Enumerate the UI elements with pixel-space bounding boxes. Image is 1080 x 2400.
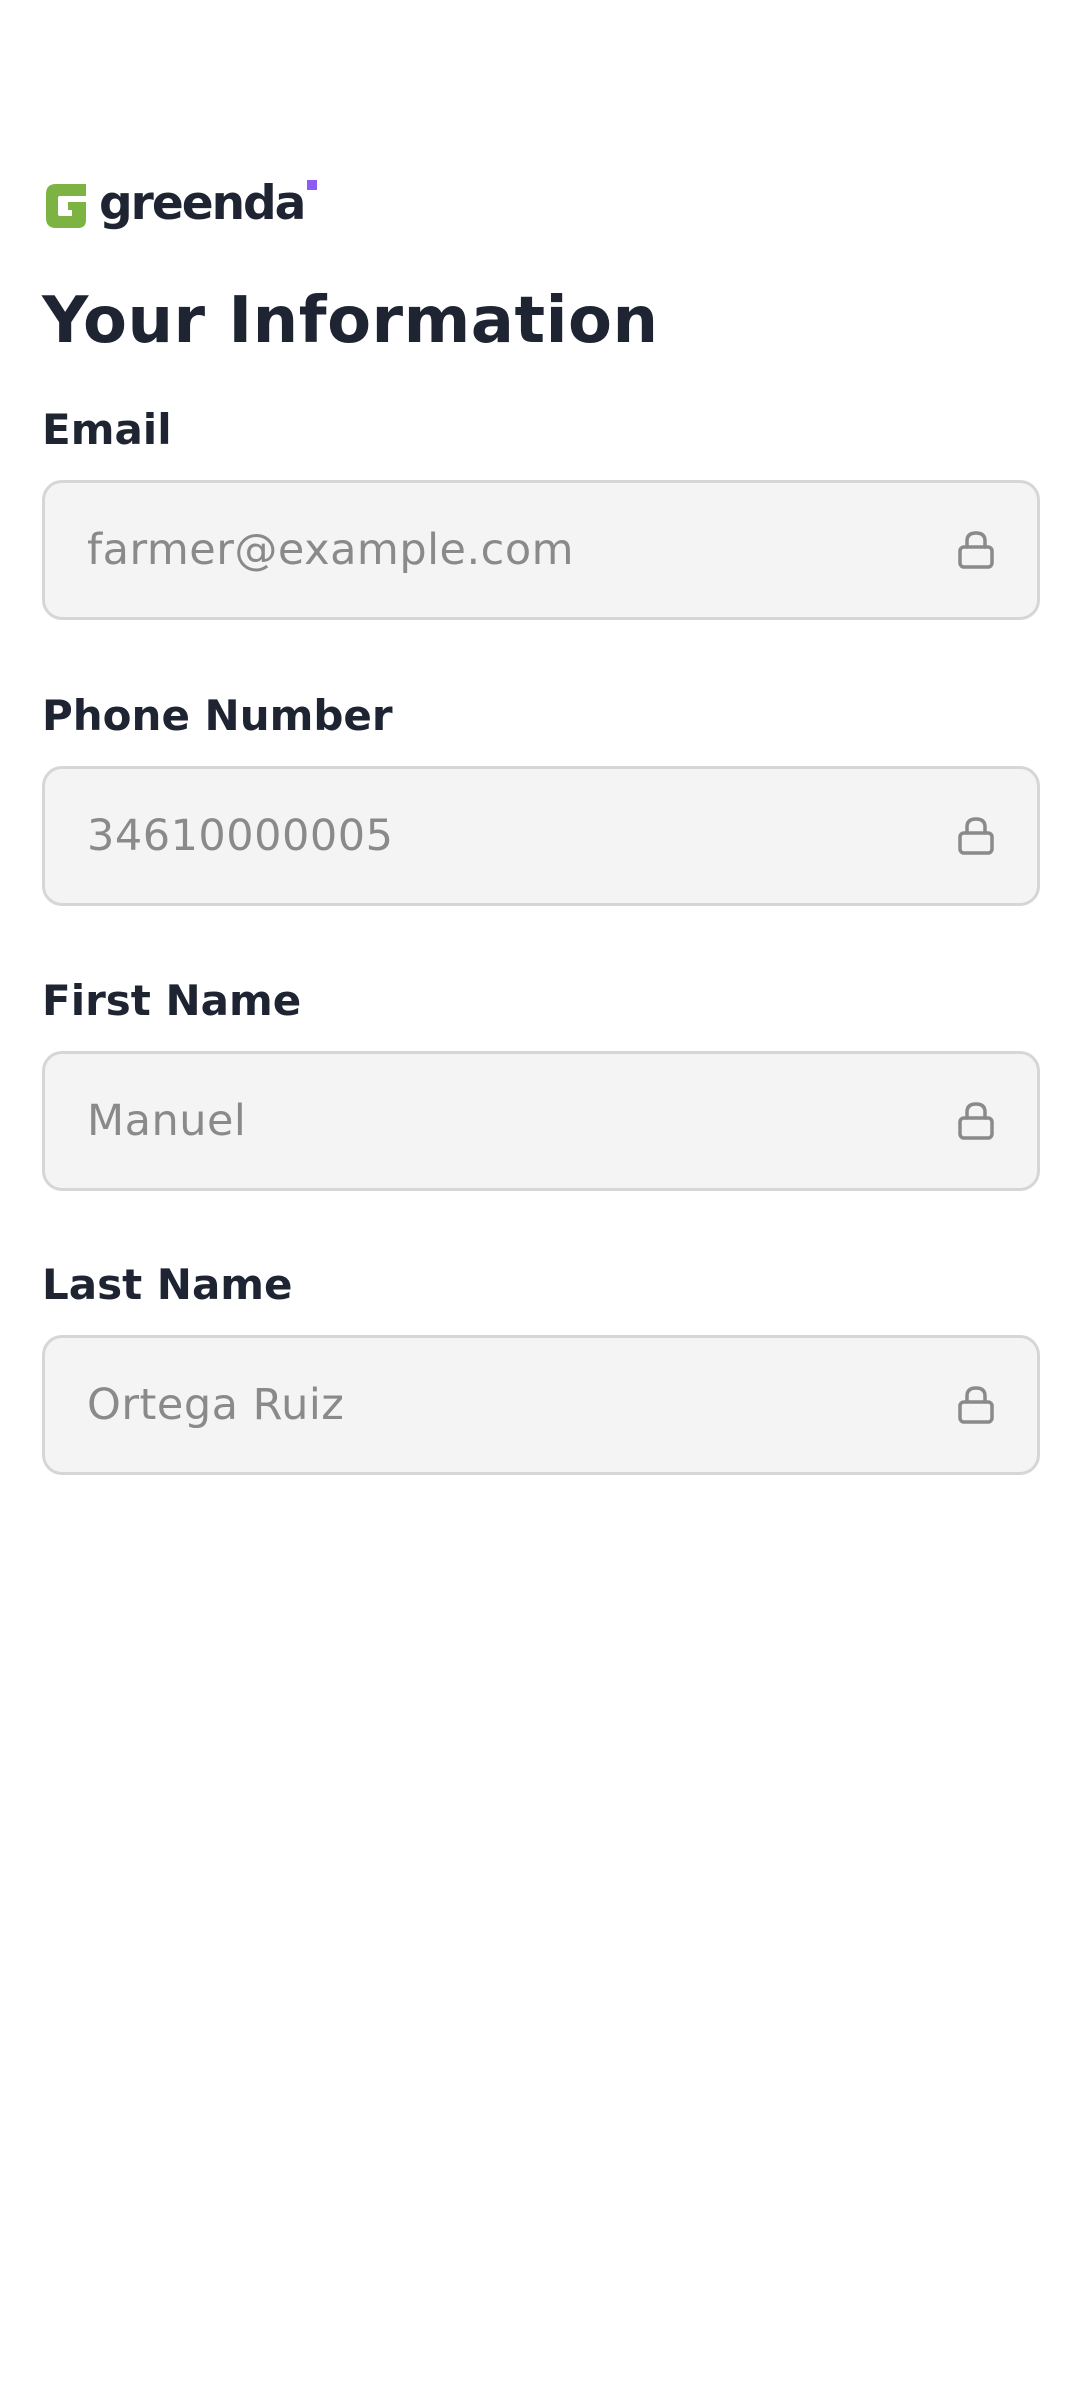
brand-name: greenda — [99, 175, 306, 231]
email-label: Email — [42, 405, 172, 454]
first-name-label: First Name — [42, 976, 302, 1025]
profile-screen: greenda Your Information Email farmer@ex… — [0, 0, 1080, 2400]
lock-icon — [958, 817, 994, 855]
lock-icon — [958, 531, 994, 569]
first-name-value: Manuel — [87, 1096, 247, 1146]
phone-field-group: Phone Number 34610000005 — [42, 690, 1040, 906]
last-name-field[interactable]: Ortega Ruiz — [42, 1335, 1040, 1475]
email-field[interactable]: farmer@example.com — [42, 480, 1040, 620]
email-value: farmer@example.com — [87, 525, 575, 575]
greenda-logo-mark-icon — [46, 184, 86, 228]
phone-label: Phone Number — [42, 691, 393, 740]
brand-logo: greenda — [42, 175, 318, 232]
last-name-value: Ortega Ruiz — [87, 1380, 345, 1430]
phone-field[interactable]: 34610000005 — [42, 766, 1040, 906]
first-name-field[interactable]: Manuel — [42, 1051, 1040, 1191]
first-name-field-group: First Name Manuel — [42, 975, 1040, 1191]
lock-icon — [958, 1102, 994, 1140]
email-field-group: Email farmer@example.com — [42, 404, 1040, 620]
phone-value: 34610000005 — [87, 811, 394, 861]
last-name-field-group: Last Name Ortega Ruiz — [42, 1259, 1040, 1475]
brand-accent-dot — [307, 180, 318, 190]
lock-icon — [958, 1386, 994, 1424]
last-name-label: Last Name — [42, 1260, 293, 1309]
page-title: Your Information — [42, 284, 659, 358]
